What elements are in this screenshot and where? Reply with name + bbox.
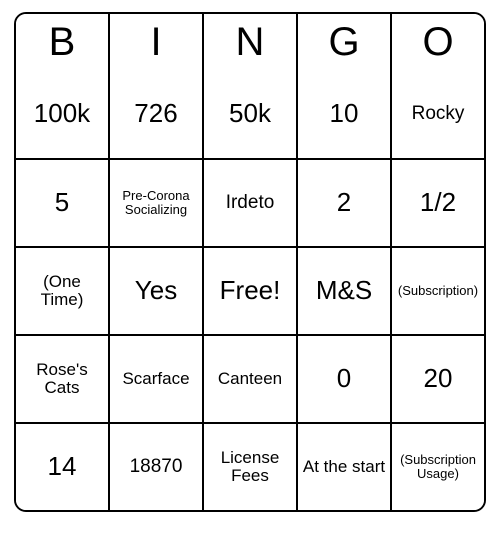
bingo-cell[interactable]: Yes <box>108 246 202 334</box>
bingo-cell[interactable]: 100k <box>16 70 108 158</box>
grid-row: (One Time) Yes Free! M&S (Subscription) <box>16 246 484 334</box>
bingo-cell[interactable]: 10 <box>296 70 390 158</box>
bingo-cell[interactable]: Canteen <box>202 334 296 422</box>
bingo-cell[interactable]: 18870 <box>108 422 202 510</box>
grid-row: 100k 726 50k 10 Rocky <box>16 70 484 158</box>
bingo-card: B I N G O 100k 726 50k 10 Rocky 5 Pre-Co… <box>14 12 486 512</box>
header-g: G <box>296 14 390 70</box>
bingo-cell[interactable]: Irdeto <box>202 158 296 246</box>
bingo-cell[interactable]: 1/2 <box>390 158 484 246</box>
bingo-cell[interactable]: Rocky <box>390 70 484 158</box>
header-b: B <box>16 14 108 70</box>
header-i: I <box>108 14 202 70</box>
bingo-cell[interactable]: 5 <box>16 158 108 246</box>
bingo-cell[interactable]: Scarface <box>108 334 202 422</box>
header-o: O <box>390 14 484 70</box>
bingo-cell[interactable]: 14 <box>16 422 108 510</box>
bingo-cell[interactable]: (Subscription Usage) <box>390 422 484 510</box>
bingo-cell[interactable]: M&S <box>296 246 390 334</box>
bingo-header-row: B I N G O <box>16 14 484 70</box>
bingo-grid: 100k 726 50k 10 Rocky 5 Pre-Corona Socia… <box>16 70 484 510</box>
bingo-cell[interactable]: At the start <box>296 422 390 510</box>
bingo-cell-free[interactable]: Free! <box>202 246 296 334</box>
bingo-cell[interactable]: 0 <box>296 334 390 422</box>
bingo-cell[interactable]: License Fees <box>202 422 296 510</box>
bingo-cell[interactable]: Rose's Cats <box>16 334 108 422</box>
grid-row: Rose's Cats Scarface Canteen 0 20 <box>16 334 484 422</box>
grid-row: 5 Pre-Corona Socializing Irdeto 2 1/2 <box>16 158 484 246</box>
bingo-cell[interactable]: (One Time) <box>16 246 108 334</box>
bingo-cell[interactable]: 20 <box>390 334 484 422</box>
bingo-cell[interactable]: Pre-Corona Socializing <box>108 158 202 246</box>
bingo-cell[interactable]: 2 <box>296 158 390 246</box>
grid-row: 14 18870 License Fees At the start (Subs… <box>16 422 484 510</box>
header-n: N <box>202 14 296 70</box>
bingo-cell[interactable]: 726 <box>108 70 202 158</box>
bingo-cell[interactable]: (Subscription) <box>390 246 484 334</box>
bingo-cell[interactable]: 50k <box>202 70 296 158</box>
